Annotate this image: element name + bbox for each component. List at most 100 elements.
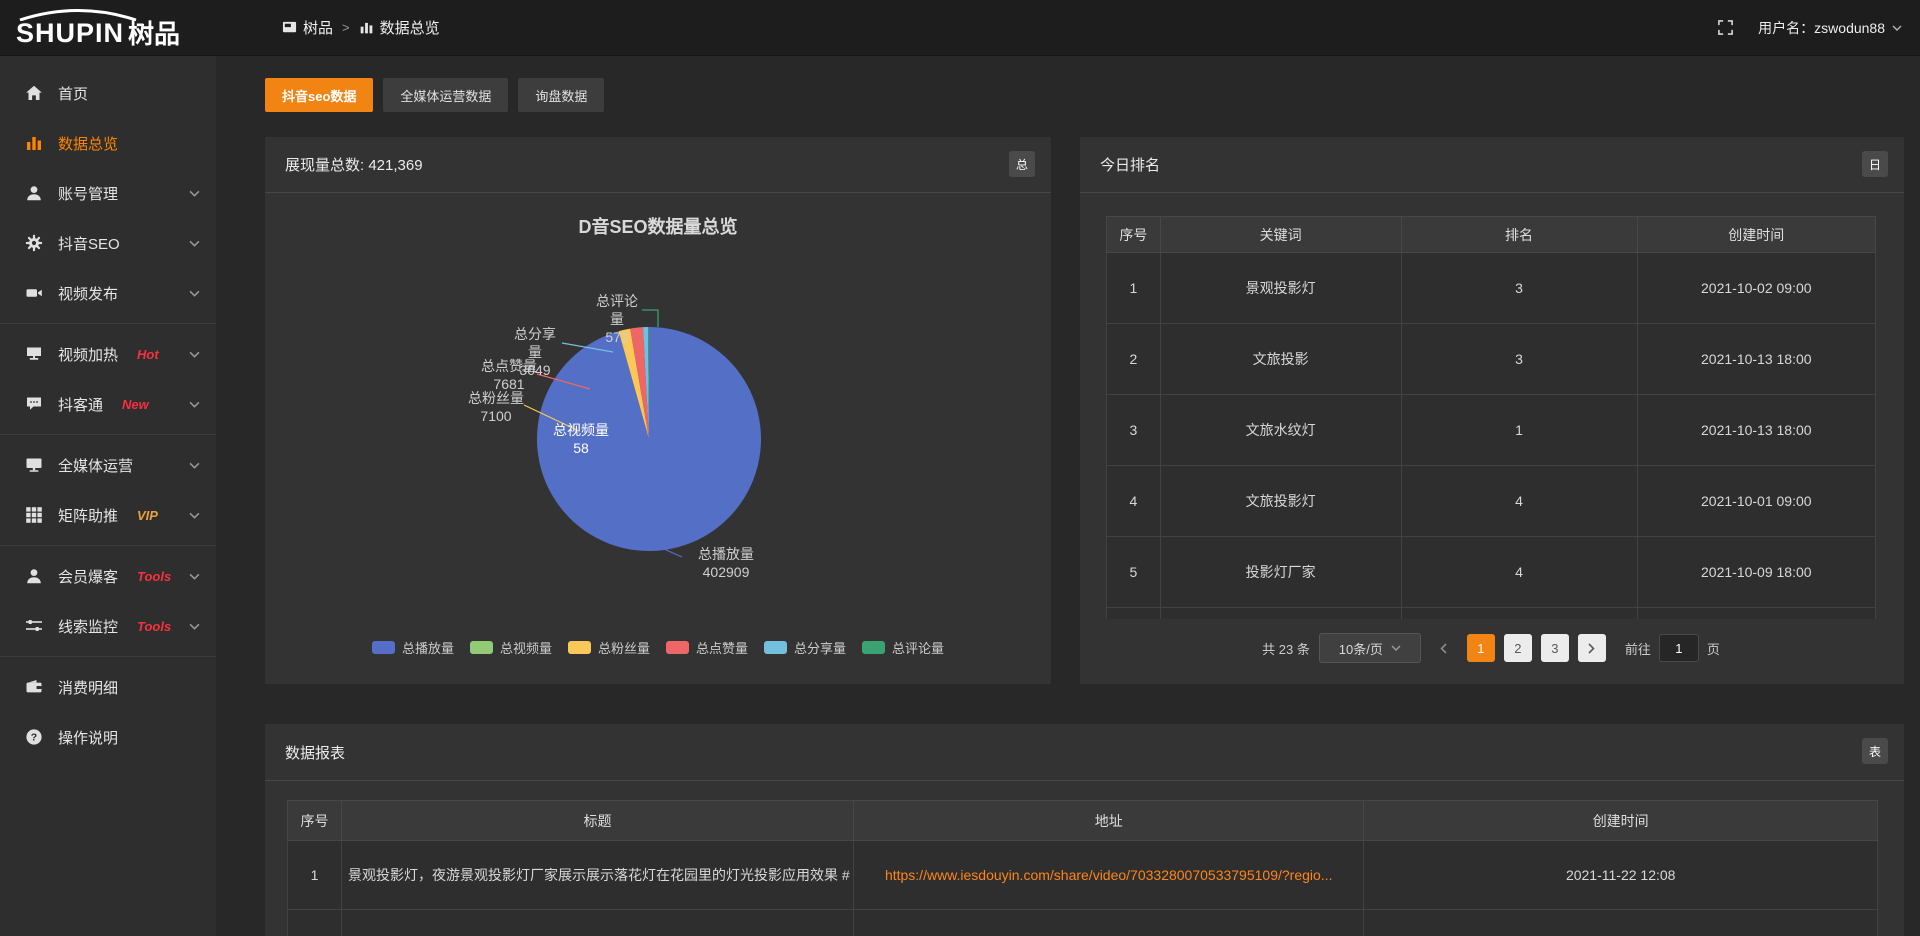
sidebar-item-account-manage[interactable]: 账号管理 xyxy=(0,168,216,218)
table-row: 1景观投影灯32021-10-02 09:00 xyxy=(1107,253,1876,324)
legend-swatch xyxy=(862,641,885,654)
table-cell: 1 xyxy=(288,841,342,910)
breadcrumb-item-current[interactable]: 数据总览 xyxy=(359,17,440,38)
monitor-icon xyxy=(25,456,43,474)
table-cell xyxy=(288,910,342,936)
report-table: 序号标题地址创建时间 1景观投影灯，夜游景观投影灯厂家展示展示落花灯在花园里的灯… xyxy=(287,800,1878,936)
chart-legend: 总播放量总视频量总粉丝量 总点赞量 总分享量 总评论量 xyxy=(265,638,1051,657)
sidebar-item-member-baoke[interactable]: 会员爆客Tools xyxy=(0,551,216,601)
pagination-page-2[interactable]: 2 xyxy=(1504,634,1532,662)
gear-icon xyxy=(25,234,43,252)
ranking-pagination: 共 23 条 10条/页 123 前往 页 xyxy=(1106,633,1876,663)
legend-swatch xyxy=(568,641,591,654)
legend-swatch xyxy=(666,641,689,654)
breadcrumb: 树品 > 数据总览 xyxy=(282,17,440,38)
tab-2[interactable]: 询盘数据 xyxy=(518,78,604,112)
chart-icon xyxy=(25,134,43,152)
report-table-scroll[interactable]: 序号标题地址创建时间 1景观投影灯，夜游景观投影灯厂家展示展示落花灯在花园里的灯… xyxy=(287,800,1878,936)
sidebar-item-media-ops[interactable]: 全媒体运营 xyxy=(0,440,216,490)
sidebar-item-matrix-boost[interactable]: 矩阵助推VIP xyxy=(0,490,216,540)
pagination-next-button[interactable] xyxy=(1578,634,1606,662)
legend-label: 总分享量 xyxy=(794,638,846,657)
table-cell: 1 xyxy=(1107,253,1161,324)
sidebar-item-help[interactable]: ?操作说明 xyxy=(0,712,216,762)
label-line-总播放量 xyxy=(664,549,682,557)
table-row: 5投影灯厂家42021-10-09 18:00 xyxy=(1107,537,1876,608)
table-cell: 3 xyxy=(1401,324,1637,395)
sidebar-item-label: 视频加热 xyxy=(58,344,118,365)
sidebar-item-label: 矩阵助推 xyxy=(58,505,118,526)
sidebar-item-badge: Tools xyxy=(137,569,171,584)
column-header: 地址 xyxy=(854,801,1364,841)
user-icon xyxy=(25,184,43,202)
home-icon xyxy=(25,84,43,102)
sidebar-item-consume-detail[interactable]: 消费明细 xyxy=(0,662,216,712)
sidebar-item-video-heat[interactable]: 视频加热Hot xyxy=(0,329,216,379)
legend-item-总点赞量[interactable]: 总点赞量 xyxy=(666,638,748,657)
pagination-prev-button[interactable] xyxy=(1430,634,1458,662)
label-line-总评论量 xyxy=(642,310,658,327)
table-row xyxy=(288,910,1878,936)
report-corner-badge-button[interactable]: 表 xyxy=(1862,738,1888,764)
link-cell[interactable]: https://www.iesdouyin.com/share/video/70… xyxy=(854,841,1364,910)
column-header: 关键词 xyxy=(1160,217,1401,253)
table-cell: 景观投影灯，夜游景观投影灯厂家展示展示落花灯在花园里的灯光投影应用效果 # xyxy=(342,841,854,910)
legend-label: 总播放量 xyxy=(402,638,454,657)
sidebar-item-video-publish[interactable]: 视频发布 xyxy=(0,268,216,318)
pagination-page-1[interactable]: 1 xyxy=(1467,634,1495,662)
chevron-down-icon xyxy=(189,401,200,408)
legend-swatch xyxy=(372,641,395,654)
table-cell: 文旅投影 xyxy=(1160,324,1401,395)
pie-label-fans: 总粉丝量7100 xyxy=(468,389,524,425)
sidebar-item-badge: New xyxy=(122,397,149,412)
ranking-table-scroll[interactable]: 序号关键词排名创建时间 1景观投影灯32021-10-02 09:002文旅投影… xyxy=(1106,216,1876,619)
tab-0[interactable]: 抖音seo数据 xyxy=(265,78,373,112)
tab-1[interactable]: 全媒体运营数据 xyxy=(383,78,508,112)
sidebar-divider xyxy=(0,545,216,546)
column-header: 排名 xyxy=(1401,217,1637,253)
pagination-page-3[interactable]: 3 xyxy=(1541,634,1569,662)
goto-page-input[interactable] xyxy=(1659,634,1699,662)
column-header: 创建时间 xyxy=(1637,217,1875,253)
grid-icon xyxy=(25,506,43,524)
legend-item-总评论量[interactable]: 总评论量 xyxy=(862,638,944,657)
table-row: 1景观投影灯，夜游景观投影灯厂家展示展示落花灯在花园里的灯光投影应用效果 #ht… xyxy=(288,841,1878,910)
chevron-down-icon xyxy=(189,573,200,580)
legend-item-总分享量[interactable]: 总分享量 xyxy=(764,638,846,657)
main-content: 抖音seo数据全媒体运营数据询盘数据 展现量总数: 421,369 总 D音SE… xyxy=(216,56,1920,936)
ranking-panel-title: 今日排名 xyxy=(1080,137,1904,193)
table-cell xyxy=(1160,608,1401,620)
legend-item-总播放量[interactable]: 总播放量 xyxy=(372,638,454,657)
pie-label-comments: 总评论量572 xyxy=(590,292,644,347)
page-size-select[interactable]: 10条/页 xyxy=(1319,633,1421,663)
sidebar-item-label: 首页 xyxy=(58,83,88,104)
legend-label: 总点赞量 xyxy=(696,638,748,657)
fullscreen-icon[interactable] xyxy=(1717,19,1734,36)
chevron-down-icon xyxy=(189,512,200,519)
sidebar-item-douketong[interactable]: 抖客通New xyxy=(0,379,216,429)
pie-label-videos: 总视频量58 xyxy=(551,421,611,457)
comment-icon xyxy=(25,395,43,413)
legend-label: 总评论量 xyxy=(892,638,944,657)
sidebar-item-clue-monitor[interactable]: 线索监控Tools xyxy=(0,601,216,651)
table-cell: 2 xyxy=(1107,324,1161,395)
data-source-tabs: 抖音seo数据全媒体运营数据询盘数据 xyxy=(265,78,1904,112)
sidebar-item-home[interactable]: 首页 xyxy=(0,68,216,118)
breadcrumb-separator: > xyxy=(342,20,350,35)
ranking-corner-badge-button[interactable]: 日 xyxy=(1862,151,1888,177)
table-cell: 2021-10-02 09:00 xyxy=(1637,253,1875,324)
pie-label-lines xyxy=(265,193,1051,683)
sidebar-item-data-overview[interactable]: 数据总览 xyxy=(0,118,216,168)
question-icon: ? xyxy=(25,728,43,746)
sidebar-item-douyin-seo[interactable]: 抖音SEO xyxy=(0,218,216,268)
sidebar-divider xyxy=(0,434,216,435)
user-menu[interactable]: 用户名：zswodun88 xyxy=(1758,18,1902,38)
sidebar-nav: 首页数据总览账号管理抖音SEO视频发布视频加热Hot抖客通New全媒体运营矩阵助… xyxy=(0,56,216,936)
overview-corner-badge-button[interactable]: 总 xyxy=(1009,151,1035,177)
legend-swatch xyxy=(470,641,493,654)
breadcrumb-item-root[interactable]: 树品 xyxy=(282,17,333,38)
legend-item-总视频量[interactable]: 总视频量 xyxy=(470,638,552,657)
overview-panel-title: 展现量总数: 421,369 xyxy=(265,137,1051,193)
legend-item-总粉丝量[interactable]: 总粉丝量 xyxy=(568,638,650,657)
chevron-down-icon xyxy=(189,623,200,630)
